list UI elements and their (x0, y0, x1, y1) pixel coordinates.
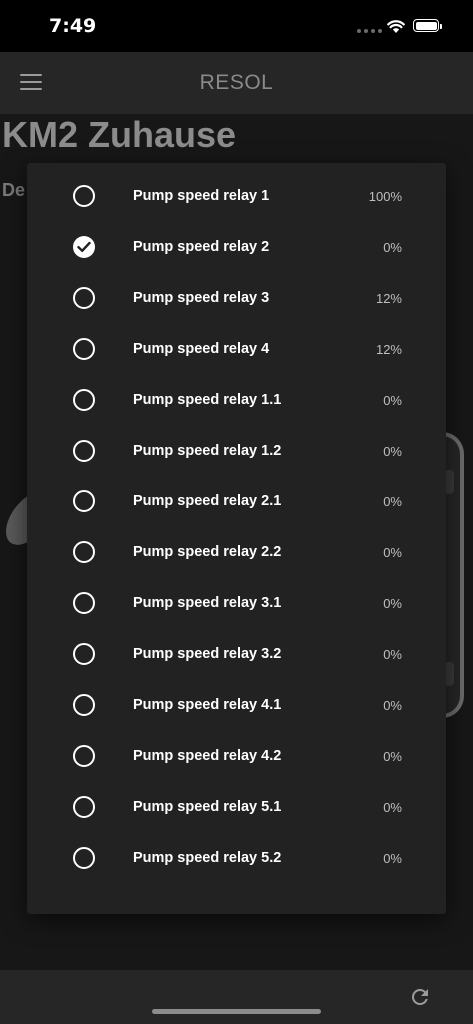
relay-option-value: 100% (368, 189, 402, 204)
relay-option-label: Pump speed relay 3.1 (133, 595, 282, 612)
relay-option-value: 0% (383, 698, 402, 713)
relay-option-label: Pump speed relay 3.2 (133, 646, 282, 663)
relay-option-row[interactable]: Pump speed relay 5.2 0% (27, 833, 446, 884)
relay-select-dialog: Pump speed relay 1 100% Pump speed relay 2… (27, 163, 446, 914)
relay-option-row[interactable]: Pump speed relay 1 100% (27, 171, 446, 222)
relay-option-value: 12% (375, 341, 402, 357)
radio-unchecked-icon[interactable] (73, 643, 95, 666)
relay-option-value: 0% (383, 443, 402, 459)
relay-option-row[interactable]: Pump speed relay 3.2 0% (27, 629, 446, 680)
relay-option-label: Pump speed relay 4 (133, 340, 270, 357)
relay-option-row[interactable]: Pump speed relay 5.1 0% (27, 782, 446, 833)
relay-option-value: 0% (383, 392, 402, 408)
relay-option-row[interactable]: Pump speed relay 4.1 0% (27, 680, 446, 731)
status-time: 7:49 (49, 15, 97, 37)
relay-option-label: Pump speed relay 3 (133, 289, 270, 306)
relay-option-label: Pump speed relay 2.2 (133, 544, 282, 561)
radio-unchecked-icon[interactable] (73, 744, 95, 767)
relay-option-value: 0% (383, 596, 402, 612)
radio-unchecked-icon[interactable] (73, 541, 95, 564)
relay-option-row[interactable]: Pump speed relay 4.2 0% (27, 731, 446, 782)
home-indicator (152, 1009, 321, 1014)
page-title: KM2 Zuhause (2, 114, 237, 155)
cellular-signal-icon (357, 29, 382, 33)
relay-option-row[interactable]: Pump speed relay 2.1 0% (27, 476, 446, 527)
relay-option-row[interactable]: Pump speed relay 3 12% (27, 273, 446, 324)
radio-unchecked-icon[interactable] (73, 846, 95, 869)
relay-option-label: Pump speed relay 5.2 (133, 849, 282, 866)
app-bar: RESOL (0, 52, 473, 114)
radio-checked-icon[interactable] (73, 235, 95, 258)
relay-option-label: Pump speed relay 2 (133, 238, 270, 255)
radio-unchecked-icon[interactable] (73, 286, 95, 309)
radio-unchecked-icon[interactable] (73, 795, 95, 818)
relay-option-row[interactable]: Pump speed relay 3.1 0% (27, 578, 446, 629)
battery-icon (413, 19, 442, 32)
relay-option-label: Pump speed relay 4.1 (133, 697, 282, 713)
relay-option-value: 0% (383, 239, 402, 255)
radio-unchecked-icon[interactable] (73, 337, 95, 360)
relay-option-row[interactable]: Pump speed relay 1.1 0% (27, 375, 446, 426)
relay-option-value: 0% (383, 748, 402, 764)
radio-unchecked-icon[interactable] (73, 490, 95, 513)
radio-unchecked-icon[interactable] (73, 185, 95, 207)
app-title: RESOL (199, 71, 274, 94)
relay-option-label: Pump speed relay 1 (133, 188, 270, 204)
wifi-icon (387, 20, 405, 33)
relay-option-value: 0% (383, 850, 402, 866)
relay-option-row[interactable]: Pump speed relay 2 0% (27, 222, 446, 273)
relay-option-row[interactable]: Pump speed relay 1.2 0% (27, 426, 446, 477)
radio-unchecked-icon[interactable] (73, 592, 95, 615)
relay-option-value: 0% (383, 494, 402, 510)
relay-option-value: 0% (383, 647, 402, 663)
status-bar: 7:49 (0, 0, 473, 52)
bottom-bar (0, 970, 473, 1024)
refresh-icon[interactable] (408, 985, 432, 1009)
relay-option-value: 0% (383, 545, 402, 561)
page-subtitle: De (2, 180, 26, 200)
radio-unchecked-icon[interactable] (73, 694, 95, 716)
relay-option-label: Pump speed relay 4.2 (133, 747, 282, 764)
relay-option-label: Pump speed relay 5.1 (133, 798, 282, 815)
relay-option-row[interactable]: Pump speed relay 4 12% (27, 324, 446, 375)
relay-option-value: 12% (375, 290, 402, 306)
relay-option-label: Pump speed relay 1.2 (133, 442, 282, 459)
radio-unchecked-icon[interactable] (73, 388, 95, 411)
relay-option-label: Pump speed relay 1.1 (133, 391, 282, 408)
relay-option-row[interactable]: Pump speed relay 2.2 0% (27, 527, 446, 578)
radio-unchecked-icon[interactable] (73, 439, 95, 462)
relay-option-label: Pump speed relay 2.1 (133, 493, 282, 510)
relay-option-value: 0% (383, 799, 402, 815)
